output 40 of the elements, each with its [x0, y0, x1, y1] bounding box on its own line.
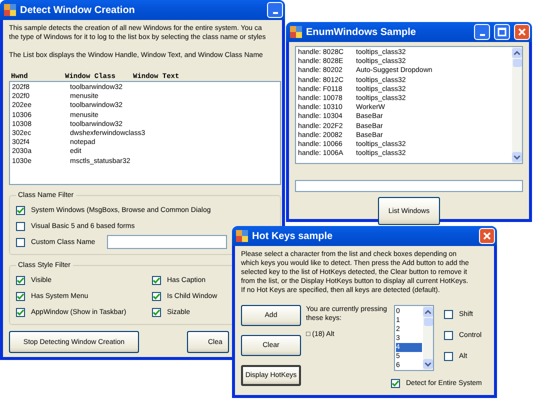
minimize-button[interactable] [474, 24, 490, 40]
text-field[interactable] [107, 235, 228, 249]
checkbox[interactable] [444, 310, 453, 319]
scroll-up-icon [423, 307, 433, 317]
checkbox[interactable] [16, 238, 25, 246]
checkbox[interactable] [152, 308, 161, 316]
close-button[interactable] [514, 24, 530, 40]
checkbox[interactable] [16, 308, 25, 316]
text-field[interactable] [295, 180, 523, 192]
window-title: Hot Keys sample [252, 230, 334, 242]
scrollbar[interactable] [512, 47, 522, 163]
close-icon [517, 27, 527, 37]
maximize-button[interactable] [494, 24, 510, 40]
window-title: EnumWindows Sample [306, 26, 417, 38]
scroll-thumb[interactable] [512, 59, 522, 67]
app-icon [4, 4, 16, 16]
minimize-icon [480, 34, 484, 36]
scrollbar[interactable] [423, 306, 433, 370]
app-icon [236, 230, 248, 242]
minimize-icon [272, 12, 278, 14]
scroll-up-icon [512, 48, 522, 58]
checkbox[interactable] [152, 292, 161, 300]
minimize-button[interactable] [267, 2, 283, 18]
close-button[interactable] [479, 228, 495, 244]
scroll-thumb[interactable] [424, 318, 432, 326]
checkbox[interactable] [391, 378, 400, 388]
app-icon [290, 26, 302, 38]
window-title: Detect Window Creation [20, 4, 136, 16]
checkbox[interactable] [16, 276, 25, 284]
checkbox[interactable] [444, 352, 453, 361]
scroll-down-icon [423, 359, 433, 369]
checkbox[interactable] [16, 222, 25, 230]
scroll-down-icon [512, 152, 522, 162]
checkbox[interactable] [16, 292, 25, 300]
list-box[interactable] [295, 46, 523, 164]
maximize-icon [497, 27, 507, 37]
close-icon [482, 231, 492, 241]
checkbox[interactable] [152, 276, 161, 284]
checkbox[interactable] [16, 206, 25, 214]
checkbox[interactable] [444, 331, 453, 340]
